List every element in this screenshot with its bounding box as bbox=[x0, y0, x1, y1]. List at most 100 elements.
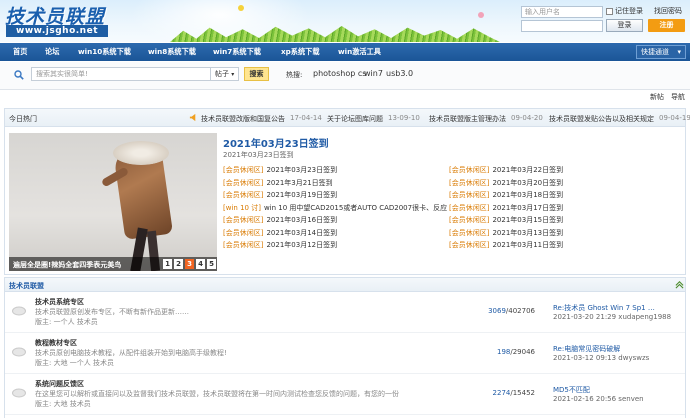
slide-page-button[interactable]: 4 bbox=[196, 259, 205, 269]
thread-list-item[interactable]: [会员休闲区] 2021年03月13日签到 bbox=[449, 228, 563, 238]
forum-thread-count: 3069 bbox=[488, 307, 506, 315]
nav-item-forum[interactable]: 论坛 bbox=[45, 43, 59, 61]
remember-login-checkbox[interactable]: 记住登录 bbox=[606, 6, 643, 16]
forum-last-post-title[interactable]: Re:技术员 Ghost Win 7 Sp1 … bbox=[553, 303, 655, 313]
announcement-item[interactable]: 技术员联盟改版和国复公告 17-04-14 bbox=[201, 114, 322, 124]
hot-search-item[interactable]: win7 bbox=[364, 69, 383, 78]
thread-forum-tag[interactable]: [会员休闲区] bbox=[449, 240, 489, 250]
hot-search-item[interactable]: usb3.0 bbox=[386, 69, 413, 78]
nav-item-win7[interactable]: win7系统下载 bbox=[213, 43, 261, 61]
forum-bubble-icon bbox=[12, 388, 26, 398]
slide-image-fur bbox=[113, 141, 169, 165]
thread-list-item[interactable]: [会员休闲区] 2021年03月17日签到 bbox=[449, 203, 563, 213]
thread-title[interactable]: win 10 用中望CAD2015或者AUTO CAD2007很卡、反应 bbox=[264, 203, 447, 213]
thread-list-item[interactable]: [win 10 讨] win 10 用中望CAD2015或者AUTO CAD200… bbox=[223, 203, 447, 213]
password-input[interactable] bbox=[521, 20, 603, 32]
thread-title[interactable]: 2021年03月15日签到 bbox=[492, 215, 563, 225]
search-button[interactable]: 搜索 bbox=[244, 67, 269, 81]
new-posts-link[interactable]: 新帖 bbox=[650, 92, 664, 102]
thread-forum-tag[interactable]: [会员休闲区] bbox=[223, 215, 263, 225]
navigation-link[interactable]: 导航 bbox=[671, 92, 685, 102]
thread-title[interactable]: 2021年03月19日签到 bbox=[266, 190, 337, 200]
nav-item-win10[interactable]: win10系统下载 bbox=[78, 43, 131, 61]
thread-title[interactable]: 2021年03月11日签到 bbox=[492, 240, 563, 250]
announcement-item[interactable]: 技术员联盟版主管理办法 09-04-20 bbox=[429, 114, 543, 124]
forum-thread-count: 2274 bbox=[492, 389, 511, 397]
nav-item-home[interactable]: 首页 bbox=[13, 43, 27, 61]
nav-item-xp[interactable]: xp系统下载 bbox=[281, 43, 320, 61]
thread-forum-tag[interactable]: [win 10 讨] bbox=[223, 203, 261, 213]
thread-title[interactable]: 2021年03月23日签到 bbox=[266, 165, 337, 175]
forum-moderators: 版主: 大地 一个人 技术员 bbox=[35, 359, 115, 367]
slide-page-button[interactable]: 5 bbox=[207, 259, 216, 269]
quick-access-label: 快捷通道 bbox=[641, 48, 669, 56]
announcement-item[interactable]: 技术员联盟发贴公告以及相关规定 09-04-19 bbox=[549, 114, 690, 124]
thread-forum-tag[interactable]: [会员休闲区] bbox=[449, 228, 489, 238]
thread-list-item[interactable]: [会员休闲区] 2021年03月15日签到 bbox=[449, 215, 563, 225]
thread-forum-tag[interactable]: [会员休闲区] bbox=[223, 190, 263, 200]
thread-title[interactable]: 2021年03月22日签到 bbox=[492, 165, 563, 175]
forum-category-title[interactable]: 技术员联盟 bbox=[9, 281, 44, 291]
featured-slideshow[interactable]: 遍层全是圈!辣妈全套四季表元美鸟 1 2 3 4 5 bbox=[9, 133, 217, 271]
thread-list-item[interactable]: [会员休闲区] 2021年03月19日签到 bbox=[223, 190, 337, 200]
search-type-select[interactable]: 帖子 ▾ bbox=[211, 67, 239, 81]
slide-page-button-active[interactable]: 3 bbox=[185, 259, 194, 269]
hot-today-header: 今日热门 技术员联盟改版和国复公告 17-04-14 关于论坛图库问题 13-0… bbox=[5, 109, 690, 127]
forum-moderators: 版主: 一个人 技术员 bbox=[35, 318, 98, 326]
slide-page-button[interactable]: 2 bbox=[174, 259, 183, 269]
thread-forum-tag[interactable]: [会员休闲区] bbox=[223, 165, 263, 175]
forum-last-post-title[interactable]: Re:电脑常见密码破解 bbox=[553, 344, 620, 354]
announcement-text: 关于论坛图库问题 bbox=[327, 115, 383, 123]
thread-list-item[interactable]: [会员休闲区] 2021年3月21日签到 bbox=[223, 178, 333, 188]
username-input[interactable]: 输入用户名 bbox=[521, 6, 603, 18]
nav-item-activation[interactable]: win激活工具 bbox=[338, 43, 381, 61]
thread-forum-tag[interactable]: [会员休闲区] bbox=[449, 190, 489, 200]
thread-forum-tag[interactable]: [会员休闲区] bbox=[223, 240, 263, 250]
checkbox-icon[interactable] bbox=[606, 7, 613, 15]
thread-forum-tag[interactable]: [会员休闲区] bbox=[223, 178, 263, 188]
thread-list-item[interactable]: [会员休闲区] 2021年03月16日签到 bbox=[223, 215, 337, 225]
thread-forum-tag[interactable]: [会员休闲区] bbox=[223, 228, 263, 238]
find-password-link[interactable]: 找回密码 bbox=[654, 6, 682, 16]
forum-last-post-meta: 2021-02-16 20:56 senven bbox=[553, 395, 644, 403]
forum-name[interactable]: 教程教材专区 bbox=[35, 338, 77, 348]
main-nav: 首页 论坛 win10系统下载 win8系统下载 win7系统下载 xp系统下载… bbox=[0, 43, 690, 61]
thread-list-item[interactable]: [会员休闲区] 2021年03月20日签到 bbox=[449, 178, 563, 188]
forum-counts: 198/29046 bbox=[496, 348, 535, 356]
featured-thread-title[interactable]: 2021年03月23日签到 bbox=[223, 135, 329, 150]
slide-caption[interactable]: 遍层全是圈!辣妈全套四季表元美鸟 bbox=[13, 260, 121, 270]
thread-forum-tag[interactable]: [会员休闲区] bbox=[449, 203, 489, 213]
thread-list-item[interactable]: [会员休闲区] 2021年03月14日签到 bbox=[223, 228, 337, 238]
thread-list-item[interactable]: [会员休闲区] 2021年03月12日签到 bbox=[223, 240, 337, 250]
thread-forum-tag[interactable]: [会员休闲区] bbox=[449, 165, 489, 175]
announcement-date: 17-04-14 bbox=[290, 114, 322, 122]
forum-name[interactable]: 技术员系统专区 bbox=[35, 297, 84, 307]
thread-list-item[interactable]: [会员休闲区] 2021年03月22日签到 bbox=[449, 165, 563, 175]
thread-forum-tag[interactable]: [会员休闲区] bbox=[449, 215, 489, 225]
thread-title[interactable]: 2021年03月13日签到 bbox=[492, 228, 563, 238]
register-button[interactable]: 注册 bbox=[648, 19, 685, 32]
thread-list-item[interactable]: [会员休闲区] 2021年03月11日签到 bbox=[449, 240, 563, 250]
thread-title[interactable]: 2021年03月20日签到 bbox=[492, 178, 563, 188]
collapse-icon[interactable] bbox=[675, 280, 684, 289]
quick-access-button[interactable]: 快捷通道 ▾ bbox=[636, 45, 686, 59]
nav-item-win8[interactable]: win8系统下载 bbox=[148, 43, 196, 61]
forum-name[interactable]: 系统问题反馈区 bbox=[35, 379, 84, 389]
thread-list-item[interactable]: [会员休闲区] 2021年03月23日签到 bbox=[223, 165, 337, 175]
forum-last-post-title[interactable]: MD5不匹配 bbox=[553, 385, 590, 395]
slide-page-button[interactable]: 1 bbox=[163, 259, 172, 269]
thread-title[interactable]: 2021年03月12日签到 bbox=[266, 240, 337, 250]
thread-forum-tag[interactable]: [会员休闲区] bbox=[449, 178, 489, 188]
thread-title[interactable]: 2021年03月17日签到 bbox=[492, 203, 563, 213]
login-button[interactable]: 登录 bbox=[606, 19, 643, 32]
hot-search-item[interactable]: photoshop cs bbox=[313, 69, 366, 78]
forum-counts: 3069/402706 bbox=[488, 307, 535, 315]
thread-title[interactable]: 2021年03月16日签到 bbox=[266, 215, 337, 225]
thread-title[interactable]: 2021年3月21日签到 bbox=[266, 178, 332, 188]
thread-title[interactable]: 2021年03月14日签到 bbox=[266, 228, 337, 238]
thread-list-item[interactable]: [会员休闲区] 2021年03月18日签到 bbox=[449, 190, 563, 200]
flower-decoration bbox=[238, 5, 244, 11]
thread-title[interactable]: 2021年03月18日签到 bbox=[492, 190, 563, 200]
search-input[interactable]: 搜索其实很简单! bbox=[31, 67, 211, 81]
announcement-item[interactable]: 关于论坛图库问题 13-09-10 bbox=[327, 114, 420, 124]
